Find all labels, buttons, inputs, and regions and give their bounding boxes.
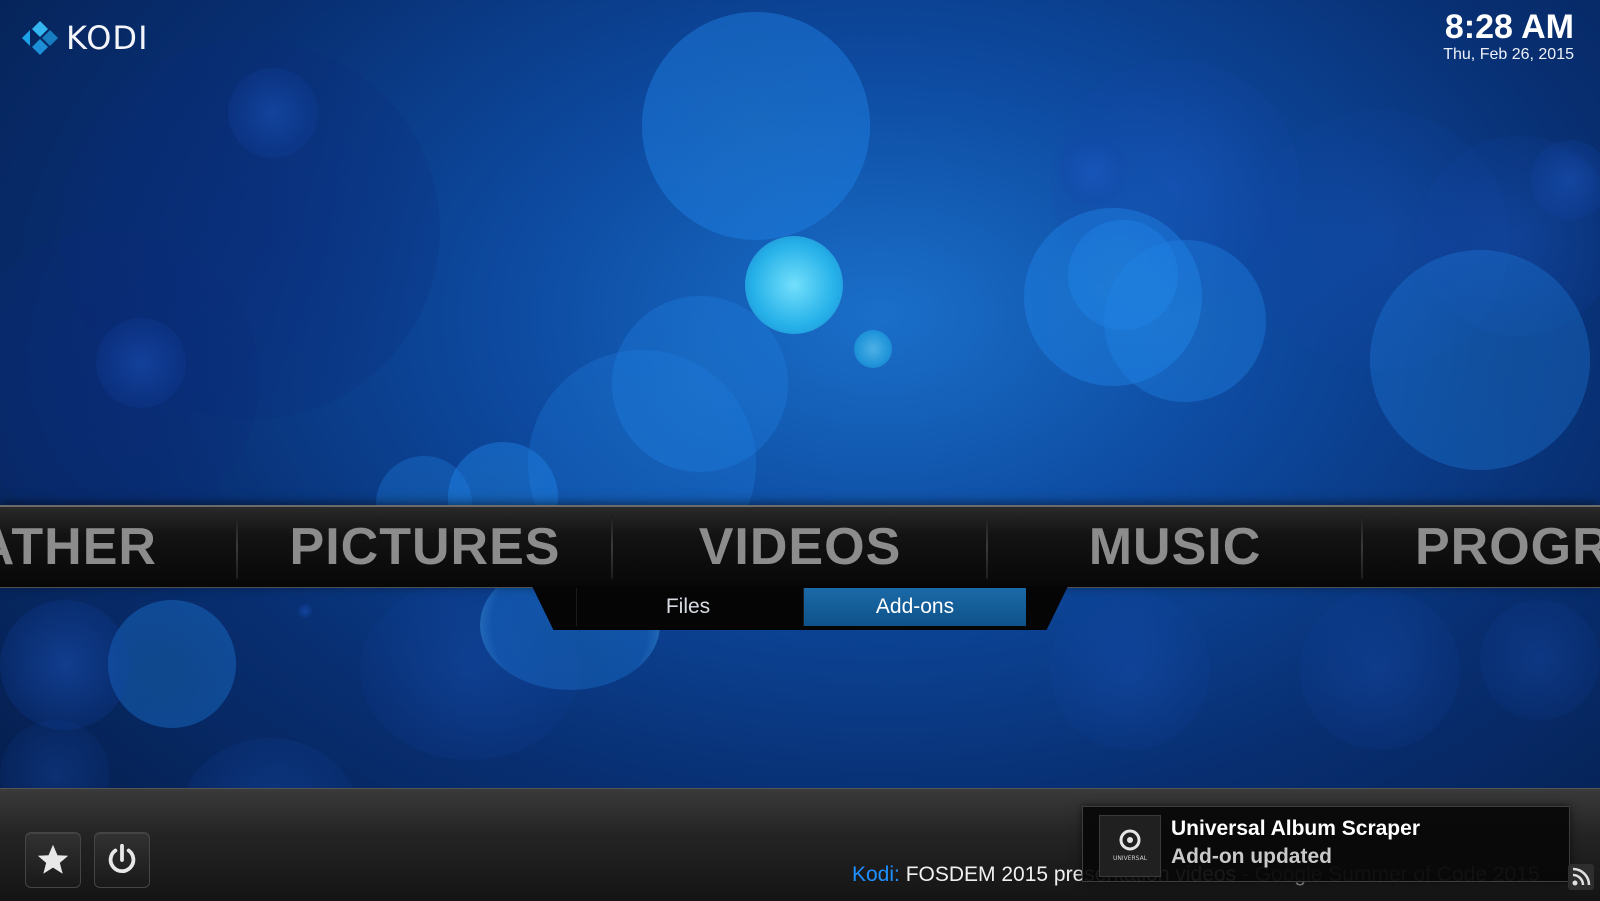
favourites-button[interactable] — [25, 832, 81, 888]
power-button[interactable] — [94, 832, 150, 888]
rss-icon[interactable] — [1568, 864, 1594, 890]
menu-item-music[interactable]: MUSIC — [988, 507, 1362, 587]
notification-toast: UNIVERSAL Universal Album Scraper Add-on… — [1082, 806, 1570, 882]
notification-title: Universal Album Scraper — [1171, 817, 1420, 840]
submenu: Files Add-ons — [532, 586, 1068, 630]
menu-item-programs[interactable]: PROGRA — [1363, 507, 1600, 587]
addon-icon-caption: UNIVERSAL — [1113, 855, 1148, 862]
clock-time: 8:28 AM — [1444, 8, 1574, 46]
notification-message: Add-on updated — [1171, 845, 1332, 868]
star-icon — [37, 844, 69, 874]
menu-item-weather[interactable]: EATHER — [0, 507, 236, 587]
clock: 8:28 AM Thu, Feb 26, 2015 — [1443, 8, 1574, 64]
clock-date: Thu, Feb 26, 2015 — [1443, 46, 1574, 63]
menu-item-pictures[interactable]: PICTURES — [238, 507, 612, 587]
logo-text: KODI — [66, 19, 149, 57]
main-menu-bar: EATHER PICTURES VIDEOS MUSIC PROGRA — [0, 505, 1600, 588]
ticker-source: Kodi: — [852, 863, 900, 886]
power-icon — [108, 843, 136, 873]
submenu-item-files[interactable]: Files — [576, 588, 799, 626]
kodi-logo: KODI — [18, 16, 149, 60]
addon-icon: UNIVERSAL — [1099, 815, 1161, 877]
kodi-logo-icon — [22, 21, 58, 55]
menu-item-videos[interactable]: VIDEOS — [613, 507, 987, 587]
submenu-item-addons[interactable]: Add-ons — [803, 588, 1026, 626]
